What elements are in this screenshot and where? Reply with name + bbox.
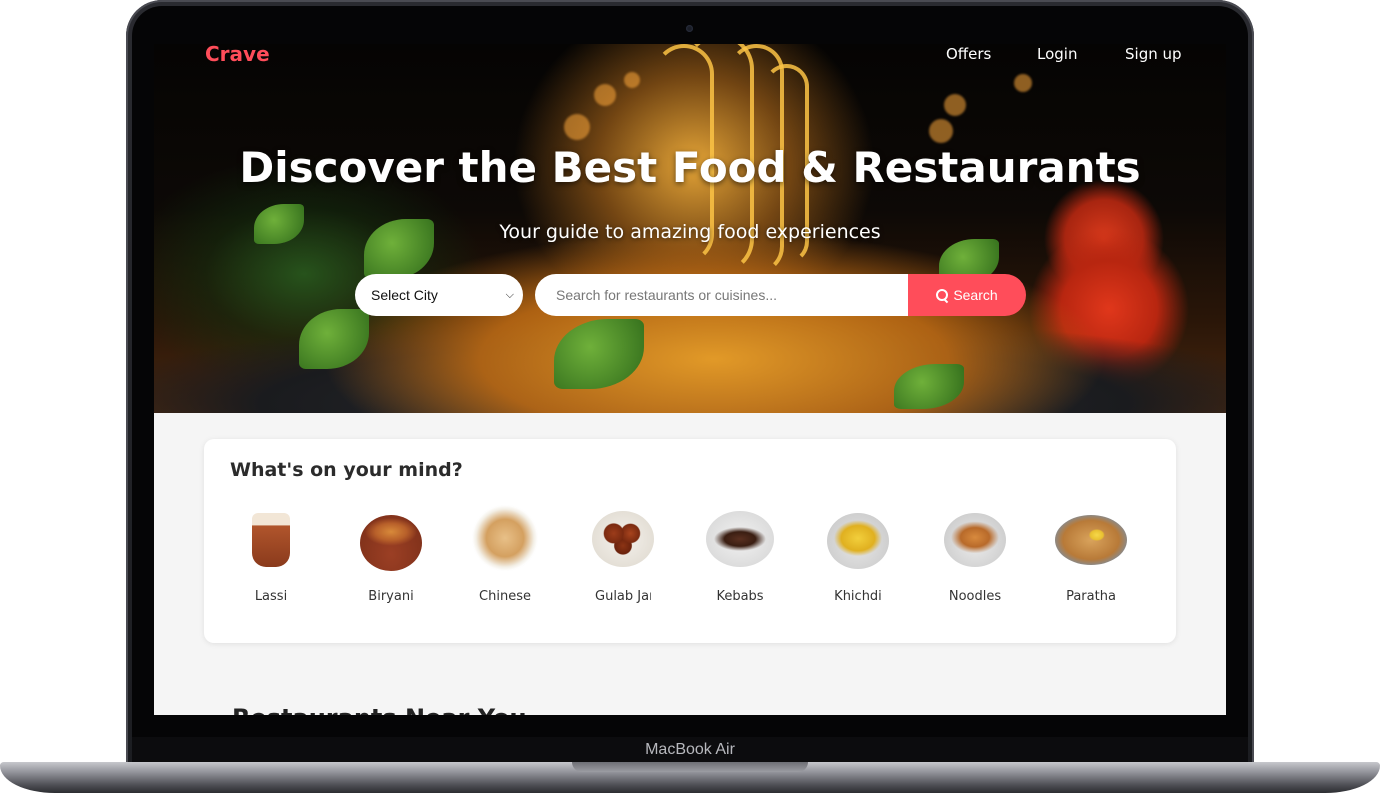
bokeh-light [944,94,966,116]
city-select-value: Select City [371,287,438,303]
category-label: Kebabs [716,589,764,604]
browser-viewport: Crave Offers Login Sign up Discover the … [154,44,1226,715]
nav-signup-link[interactable]: Sign up [1125,45,1182,63]
hero-title: Discover the Best Food & Restaurants [239,143,1141,192]
categories-card: What's on your mind? Lassi Biryani Chine… [204,439,1176,643]
category-item-noodles[interactable]: Noodles [930,513,1020,604]
search-bar: Select City ⌵ Search [355,274,1026,316]
category-item-biryani[interactable]: Biryani [346,515,436,604]
bokeh-light [1014,74,1032,92]
category-label: Paratha [1066,589,1116,604]
noodles-icon [944,513,1006,567]
basil-leaf [894,364,964,409]
biryani-icon [360,515,422,571]
lid-notch [572,762,808,772]
bokeh-light [624,72,640,88]
paratha-icon [1055,515,1127,565]
basil-leaf [554,319,644,389]
chevron-down-icon: ⌵ [505,289,514,301]
khichdi-icon [827,513,889,569]
restaurants-section-title: Restaurants Near You [232,704,527,715]
top-nav: Crave Offers Login Sign up [154,44,1226,64]
basil-leaf [299,309,369,369]
search-button-label: Search [953,287,998,303]
chinese-icon [472,505,538,571]
category-label: Khichdi [834,589,882,604]
hero-section: Crave Offers Login Sign up Discover the … [154,44,1226,413]
brand-logo[interactable]: Crave [205,44,270,64]
category-item-paratha[interactable]: Paratha [1046,515,1136,604]
kebabs-icon [706,511,774,567]
bokeh-light [594,84,616,106]
category-item-kebabs[interactable]: Kebabs [695,511,785,604]
city-select[interactable]: Select City ⌵ [355,274,523,316]
category-item-gulab-jamun[interactable]: Gulab Jamun [578,511,668,604]
hero-subtitle: Your guide to amazing food experiences [499,221,881,243]
search-input[interactable] [535,274,909,316]
category-label: Chinese [479,589,531,604]
device-label: MacBook Air [645,741,735,758]
category-item-chinese[interactable]: Chinese [460,505,550,604]
category-item-khichdi[interactable]: Khichdi [813,513,903,604]
category-label: Noodles [948,589,1002,604]
nav-offers-link[interactable]: Offers [946,45,991,63]
lassi-icon [252,513,290,567]
camera-icon [686,25,693,32]
bokeh-light [564,114,590,140]
categories-title: What's on your mind? [230,459,463,481]
search-button[interactable]: Search [908,274,1026,316]
nav-login-link[interactable]: Login [1037,45,1077,63]
category-label: Gulab Jamun [595,589,651,604]
bokeh-light [929,119,953,143]
category-label: Lassi [254,589,288,604]
category-item-lassi[interactable]: Lassi [226,513,316,604]
search-icon [936,289,949,301]
category-label: Biryani [368,589,414,604]
gulab-jamun-icon [592,511,654,567]
